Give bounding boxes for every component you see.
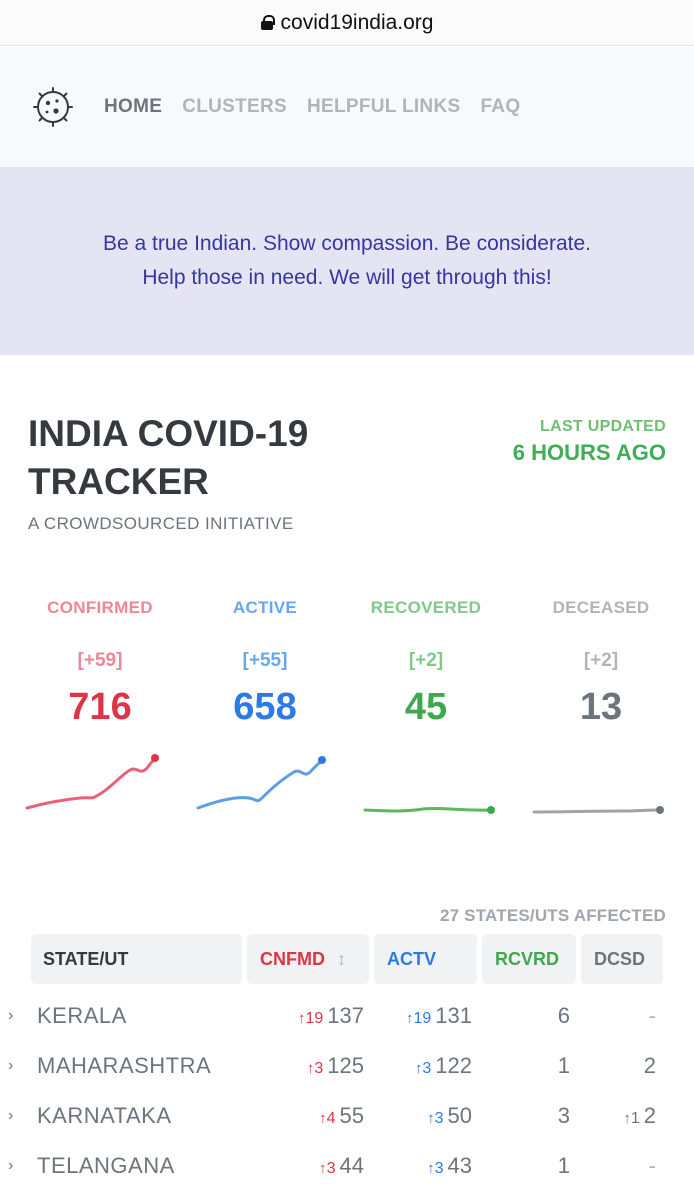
header-deceased[interactable]: DCSD [581,934,663,984]
header-active-label: ACTV [387,948,436,969]
deceased-value: - [648,1153,656,1178]
header-recovered[interactable]: RCVRD [482,934,576,984]
header-deceased-label: DCSD [594,948,646,969]
last-updated-value: 6 HOURS AGO [512,440,666,465]
sparkline-active [196,756,326,810]
chevron-right-icon[interactable]: › [8,1107,13,1125]
table-row[interactable]: › KERALA ↑19 137 ↑19 131 6 - [0,993,694,1043]
confirmed-value: 55 [339,1103,364,1128]
active-delta: 3 [422,1060,432,1077]
active-value: 43 [447,1153,472,1178]
active-cell: ↑3 122 [414,1053,472,1078]
confirmed-value: 44 [339,1153,364,1178]
lock-icon [260,15,275,30]
confirmed-delta: 4 [326,1110,336,1127]
table-row[interactable]: › MAHARASHTRA ↑3 125 ↑3 122 1 2 [0,1043,694,1093]
confirmed-cell: ↑3 125 [306,1053,364,1078]
chevron-right-icon[interactable]: › [8,1157,13,1175]
header-state[interactable]: STATE/UT [31,934,242,984]
stat-value: 45 [404,686,448,728]
active-cell: ↑3 43 [427,1153,472,1178]
stat-recovered: RECOVERED [+2] 45 [351,598,501,729]
stat-value: 13 [579,686,623,728]
chevron-right-icon[interactable]: › [8,1007,13,1025]
stat-label: DECEASED [552,598,650,617]
confirmed-delta: 19 [305,1010,324,1027]
header-confirmed[interactable]: CNFMD ↕ [247,934,369,984]
stat-label: RECOVERED [370,598,482,617]
state-name: KARNATAKA [37,1103,172,1128]
nav-home[interactable]: HOME [104,96,162,118]
confirmed-delta: 3 [314,1060,324,1077]
stat-value: 716 [68,686,132,728]
stat-deceased: DECEASED [+2] 13 [526,598,676,729]
active-value: 122 [435,1053,472,1078]
active-cell: ↑19 131 [405,1003,472,1028]
deceased-delta: 1 [630,1110,640,1127]
chevron-right-icon[interactable]: › [8,1057,13,1075]
banner: Be a true Indian. Show compassion. Be co… [0,167,694,355]
deceased-value: - [648,1003,656,1028]
stat-delta: [+55] [242,650,288,671]
page-title: INDIA COVID-19 TRACKER [28,413,309,502]
stat-confirmed: CONFIRMED [+59] 716 [25,598,175,729]
confirmed-value: 125 [327,1053,364,1078]
sort-icon[interactable]: ↕ [337,949,346,970]
deceased-value: 2 [643,1103,656,1128]
recovered-value: 3 [557,1103,570,1128]
state-name: TELANGANA [37,1153,175,1178]
deceased-value: 2 [643,1053,656,1078]
last-updated-label: LAST UPDATED [540,418,666,435]
top-navigation: HOME CLUSTERS HELPFUL LINKS FAQ [0,47,694,167]
state-name: MAHARASHTRA [37,1053,212,1078]
header-state-label: STATE/UT [43,948,129,969]
stat-label: CONFIRMED [47,598,153,617]
active-cell: ↑3 50 [427,1103,472,1128]
table-row[interactable]: › TELANGANA ↑3 44 ↑3 43 1 - [0,1143,694,1193]
header-confirmed-label: CNFMD [260,948,325,969]
confirmed-cell: ↑19 137 [297,1003,364,1028]
deceased-cell: ↑1 2 [623,1103,656,1128]
states-affected-count: 27 STATES/UTS AFFECTED [439,906,666,925]
sparkline-recovered [363,806,495,814]
header-recovered-label: RCVRD [495,948,560,969]
stat-active: ACTIVE [+55] 658 [190,598,340,729]
browser-url-bar[interactable]: covid19india.org [0,0,694,46]
nav-faq[interactable]: FAQ [480,96,520,118]
active-value: 50 [447,1103,472,1128]
header-active[interactable]: ACTV [374,934,477,984]
confirmed-value: 137 [327,1003,364,1028]
recovered-value: 6 [557,1003,570,1028]
table-row[interactable]: › KARNATAKA ↑4 55 ↑3 50 3 ↑1 2 [0,1093,694,1143]
virus-logo-icon[interactable] [32,86,74,128]
confirmed-cell: ↑3 44 [319,1153,364,1178]
nav-clusters[interactable]: CLUSTERS [182,96,287,118]
stat-value: 658 [233,686,297,728]
url-text: covid19india.org [280,10,434,34]
active-delta: 3 [434,1160,444,1177]
confirmed-cell: ↑4 55 [319,1103,364,1128]
stat-delta: [+2] [583,650,619,671]
active-value: 131 [435,1003,472,1028]
stat-delta: [+2] [408,650,444,671]
recovered-value: 1 [557,1153,570,1178]
page-subtitle: A CROWDSOURCED INITIATIVE [28,514,294,533]
confirmed-delta: 3 [326,1160,336,1177]
sparkline-deceased [532,806,664,814]
state-name: KERALA [37,1003,127,1028]
active-delta: 3 [434,1110,444,1127]
sparkline-confirmed [25,754,159,810]
recovered-value: 1 [557,1053,570,1078]
last-updated: LAST UPDATED 6 HOURS AGO [513,418,666,466]
banner-message: Be a true Indian. Show compassion. Be co… [103,232,591,289]
stat-delta: [+59] [77,650,123,671]
active-delta: 19 [413,1010,432,1027]
nav-helpful-links[interactable]: HELPFUL LINKS [307,96,460,118]
stat-label: ACTIVE [232,598,298,617]
